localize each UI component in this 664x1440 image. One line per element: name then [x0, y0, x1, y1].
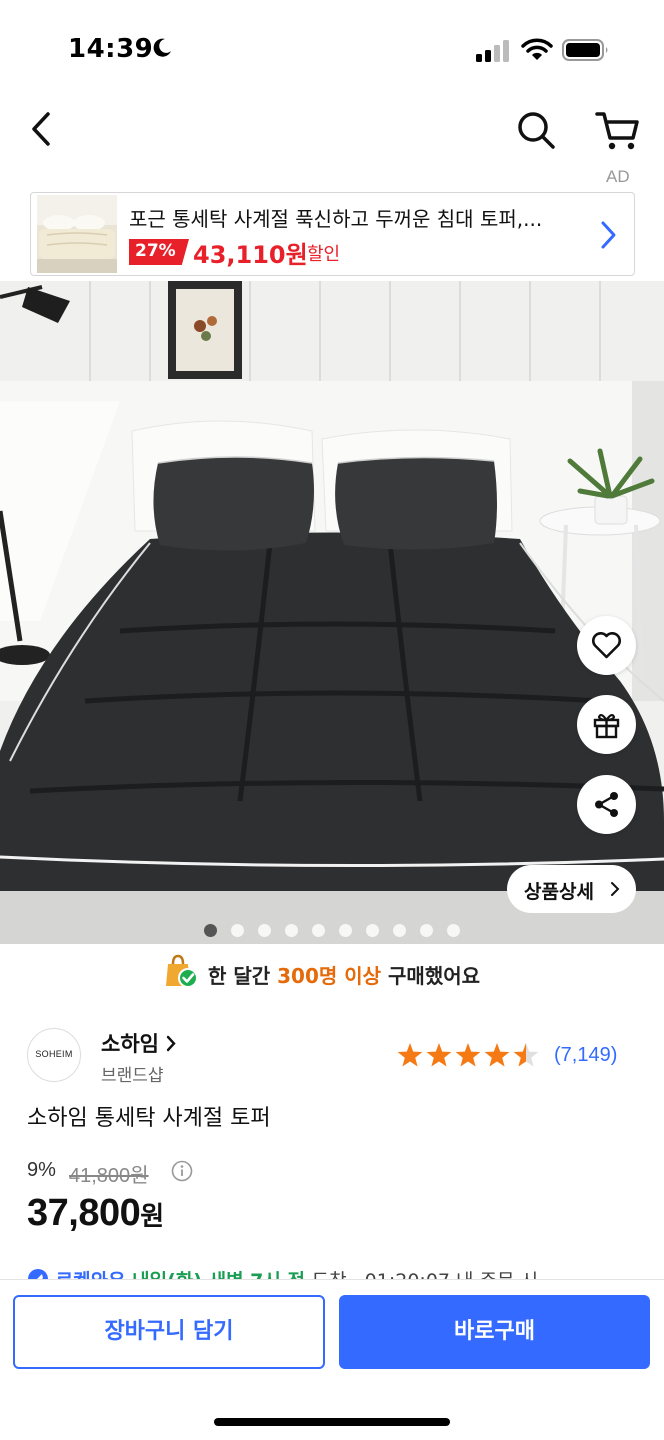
gift-icon	[593, 713, 620, 739]
brand-logo[interactable]: SOHEIM	[27, 1028, 81, 1082]
product-photo	[0, 281, 664, 944]
battery-icon	[562, 39, 608, 61]
product-title: 소하임 통세탁 사계절 토퍼	[27, 1106, 271, 1131]
star-icon	[426, 1043, 452, 1067]
purchase-stat-prefix: 한 달간	[208, 964, 278, 988]
purchase-stat-suffix: 구매했어요	[381, 964, 481, 988]
carousel-dot	[231, 924, 244, 937]
product-detail-button[interactable]: 상품상세	[507, 865, 636, 913]
ad-sale-label: 할인	[307, 244, 341, 265]
rating-stars[interactable]	[396, 1042, 546, 1070]
delivery-info: 로켓와우 내일(화) 새벽 7시 전 도착 · 01:20:07 내 주문 시	[27, 1266, 647, 1280]
share-button[interactable]	[577, 775, 636, 834]
sale-price-number: 37,800	[27, 1192, 141, 1234]
buy-now-button[interactable]: 바로구매	[339, 1295, 650, 1369]
carousel-dot	[420, 924, 433, 937]
carousel-dot	[285, 924, 298, 937]
discount-rate: 9%	[27, 1159, 56, 1181]
add-to-cart-button[interactable]: 장바구니 담기	[13, 1295, 325, 1369]
bottom-action-bar: 장바구니 담기 바로구매	[0, 1279, 664, 1440]
carousel-dot	[366, 924, 379, 937]
ad-label: AD	[606, 167, 630, 186]
search-icon[interactable]	[514, 108, 558, 152]
chevron-right-icon	[167, 1035, 176, 1052]
sale-price-unit: 원	[140, 1201, 164, 1231]
ad-thumbnail	[37, 195, 117, 273]
carousel-dot	[393, 924, 406, 937]
brand-name-link[interactable]: 소하임	[101, 1028, 176, 1058]
star-icon	[513, 1043, 539, 1067]
purchase-stat-highlight: 300명 이상	[277, 964, 382, 988]
original-price: 41,800원	[69, 1165, 149, 1187]
gift-button[interactable]	[577, 695, 636, 754]
cart-icon[interactable]	[594, 108, 640, 152]
wishlist-button[interactable]	[577, 616, 636, 675]
home-indicator[interactable]	[214, 1418, 450, 1426]
heart-icon	[592, 632, 621, 659]
product-image-carousel[interactable]: 상품상세	[0, 281, 664, 944]
purchase-stat-text: 한 달간 300명 이상 구매했어요	[208, 960, 480, 989]
brand-name: 소하임	[101, 1032, 159, 1056]
carousel-dot	[447, 924, 460, 937]
ad-discount-badge: 27%	[129, 239, 189, 265]
star-icon	[397, 1043, 423, 1067]
carousel-dot	[258, 924, 271, 937]
star-icon	[455, 1043, 481, 1067]
carousel-dot	[339, 924, 352, 937]
shopping-bag-check-icon	[166, 954, 198, 988]
info-icon[interactable]	[171, 1160, 193, 1182]
moon-icon	[153, 38, 171, 57]
cellular-signal-icon	[476, 40, 509, 62]
status-time: 14:39	[68, 34, 154, 64]
brand-type: 브랜드샵	[101, 1066, 164, 1086]
status-bar: 14:39	[0, 0, 664, 100]
chevron-right-icon	[611, 882, 620, 896]
wifi-icon	[521, 38, 553, 60]
star-icon	[484, 1043, 510, 1067]
carousel-dot	[312, 924, 325, 937]
ad-price: 43,110원	[193, 241, 308, 269]
chevron-right-icon	[601, 221, 616, 249]
review-count[interactable]: (7,149)	[554, 1044, 617, 1067]
share-icon	[595, 792, 618, 817]
ad-title: 포근 통세탁 사계절 푹신하고 두꺼운 침대 토퍼,...	[129, 207, 543, 231]
sale-price: 37,800원	[27, 1192, 164, 1235]
back-icon[interactable]	[24, 108, 60, 150]
carousel-dot	[204, 924, 217, 937]
ad-banner[interactable]: 포근 통세탁 사계절 푹신하고 두꺼운 침대 토퍼,... 27% 43,110…	[30, 192, 635, 276]
purchase-stat-banner: 한 달간 300명 이상 구매했어요	[0, 950, 664, 996]
product-detail-label: 상품상세	[524, 881, 594, 903]
